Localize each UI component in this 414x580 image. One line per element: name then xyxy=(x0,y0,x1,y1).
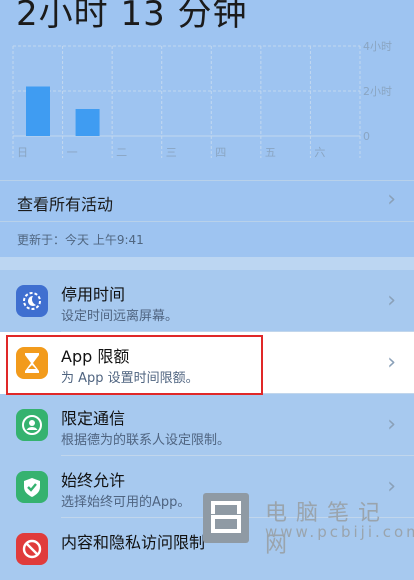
x-tick-label: 三 xyxy=(166,146,177,159)
see-all-activity-label: 查看所有活动 xyxy=(17,195,114,214)
restriction-icon xyxy=(16,533,48,565)
chevron-right-icon: › xyxy=(387,350,396,375)
always-allowed-subtitle: 选择始终可用的App。 xyxy=(61,495,191,510)
chart-bar xyxy=(26,86,50,136)
y-tick-label: 0 xyxy=(363,130,370,143)
updated-timestamp: 更新于：今天 上午9:41 xyxy=(17,233,144,247)
x-tick-label: 日 xyxy=(17,146,28,159)
downtime-icon xyxy=(16,285,48,317)
communication-limits-row[interactable]: 限定通信 根据德为的联系人设定限制。 › xyxy=(0,394,414,456)
daily-usage-chart: 4小时 2小时 0 日 一 二 三 四 五 六 xyxy=(0,30,414,170)
chart-bar xyxy=(75,109,100,136)
app-limits-title: App 限额 xyxy=(61,347,130,366)
app-limits-row[interactable]: App 限额 为 App 设置时间限额。 › xyxy=(0,332,414,394)
contact-icon xyxy=(16,409,48,441)
hourglass-icon xyxy=(16,347,48,379)
downtime-subtitle: 设定时间远离屏幕。 xyxy=(61,309,179,324)
x-tick-label: 二 xyxy=(116,146,127,159)
downtime-row[interactable]: 停用时间 设定时间远离屏幕。 › xyxy=(0,270,414,332)
usage-summary-card: 2小时 13 分钟 4小时 2小时 0 日一二三四五六 查看所有活动 › 更新于：今天… xyxy=(0,0,414,257)
chart-svg: 4小时 2小时 0 日 一 二 三 四 五 六 xyxy=(12,40,392,159)
app-limits-subtitle: 为 App 设置时间限额。 xyxy=(61,371,199,386)
downtime-title: 停用时间 xyxy=(61,285,126,304)
watermark-url: www.pcbiji.com xyxy=(265,523,414,541)
x-tick-label: 五 xyxy=(265,146,276,159)
checkmark-icon xyxy=(16,471,48,503)
x-tick-label: 四 xyxy=(215,146,226,159)
watermark: 电脑笔记网 www.pcbiji.com xyxy=(203,493,414,558)
x-tick-label: 六 xyxy=(314,146,325,159)
communication-limits-title: 限定通信 xyxy=(61,409,126,428)
watermark-logo-icon xyxy=(203,493,249,543)
x-tick-label: 一 xyxy=(67,146,78,159)
chevron-right-icon: › xyxy=(387,187,396,212)
always-allowed-title: 始终允许 xyxy=(61,471,126,490)
content-privacy-title: 内容和隐私访问限制 xyxy=(61,533,206,552)
y-tick-label: 4小时 xyxy=(363,40,392,53)
chevron-right-icon: › xyxy=(387,412,396,437)
y-tick-label: 2小时 xyxy=(363,85,392,98)
communication-limits-subtitle: 根据德为的联系人设定限制。 xyxy=(61,433,231,448)
chevron-right-icon: › xyxy=(387,288,396,313)
see-all-activity-row[interactable]: 查看所有活动 › xyxy=(0,180,414,222)
